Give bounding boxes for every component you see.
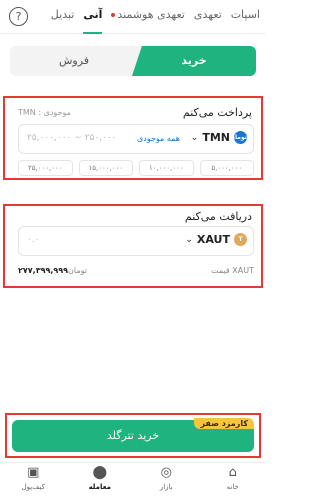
receive-currency: XAUT [196, 233, 230, 246]
receive-amount-field[interactable]: T XAUT ⌄ ۰.۰ [18, 226, 254, 256]
quick-amount-chip[interactable]: ۱۰,۰۰۰,۰۰۰ [139, 160, 194, 176]
tab-convert[interactable]: تبدیل [51, 0, 75, 34]
quick-amount-chip[interactable]: ۲۵,۰۰۰,۰۰۰ [18, 160, 73, 176]
pay-currency: TMN [202, 131, 230, 144]
price-value: ۲۷۷,۳۹۹,۹۹۹تومان [18, 266, 87, 275]
tab-spot[interactable]: اسپات [231, 0, 260, 34]
pay-range-placeholder: ۲۵,۰۰۰,۰۰۰ ~ ۲۵۰,۰۰۰ [27, 133, 117, 143]
quick-amounts: ۲۵,۰۰۰,۰۰۰ ۱۵,۰۰۰,۰۰۰ ۱۰,۰۰۰,۰۰۰ ۵,۰۰۰,۰… [18, 160, 254, 176]
zero-fee-badge: کارمزد صفر [194, 418, 254, 429]
price-unit: تومان [68, 266, 87, 275]
quick-amount-chip[interactable]: ۵,۰۰۰,۰۰۰ [199, 160, 254, 176]
nav-market[interactable]: ◎ بازار [133, 463, 200, 500]
balance-label: موجودی : [38, 108, 71, 117]
chevron-down-icon: ⌄ [185, 234, 193, 245]
nav-wallet[interactable]: ▣ کیف‌پول [0, 463, 67, 500]
balance-value: TMN [18, 108, 36, 117]
market-icon: ◎ [160, 465, 172, 480]
new-dot-icon [111, 12, 116, 17]
all-balance-button[interactable]: همه موجودی [137, 134, 180, 143]
tab-smart-futures[interactable]: تعهدی هوشمند [111, 0, 185, 34]
receive-placeholder: ۰.۰ [27, 235, 40, 245]
tab-futures[interactable]: تعهدی [194, 0, 222, 34]
pay-balance: موجودی : TMN [18, 108, 71, 117]
receive-currency-selector[interactable]: T XAUT ⌄ [185, 233, 247, 246]
wallet-icon: ▣ [27, 465, 40, 480]
trade-icon: ⬤ [92, 465, 108, 480]
help-circle-icon[interactable]: ? [9, 7, 28, 26]
tab-instant[interactable]: آنی [83, 0, 103, 34]
xaut-coin-icon: T [234, 233, 247, 246]
receive-title: دریافت می‌کنم [184, 210, 252, 223]
top-tabs: اسپات تعهدی تعهدی هوشمند آنی تبدیل [0, 0, 266, 34]
nav-trade[interactable]: ⬤ معامله [67, 463, 134, 500]
home-icon: ⌂ [228, 465, 237, 480]
receive-section: دریافت می‌کنم T XAUT ⌄ ۰.۰ قیمت XAUT ۲۷۷… [8, 206, 258, 286]
bottom-nav: ⌂ خانه ◎ بازار ⬤ معامله ▣ کیف‌پول [0, 462, 266, 500]
buy-sell-toggle: فروش خرید [10, 46, 256, 76]
pay-section: پرداخت می‌کنم موجودی : TMN تومان TMN ⌄ ه… [8, 98, 258, 178]
buy-tab[interactable]: خرید [132, 46, 256, 76]
sell-tab[interactable]: فروش [10, 46, 138, 76]
pay-amount-field[interactable]: تومان TMN ⌄ همه موجودی ۲۵,۰۰۰,۰۰۰ ~ ۲۵۰,… [18, 124, 254, 154]
price-label: قیمت XAUT [211, 266, 254, 275]
pay-title: پرداخت می‌کنم [182, 106, 252, 119]
chevron-down-icon: ⌄ [190, 132, 199, 143]
pay-currency-selector[interactable]: تومان TMN ⌄ [191, 131, 247, 144]
toman-icon: تومان [230, 131, 247, 144]
quick-amount-chip[interactable]: ۱۵,۰۰۰,۰۰۰ [78, 160, 133, 176]
nav-home[interactable]: ⌂ خانه [200, 463, 267, 500]
